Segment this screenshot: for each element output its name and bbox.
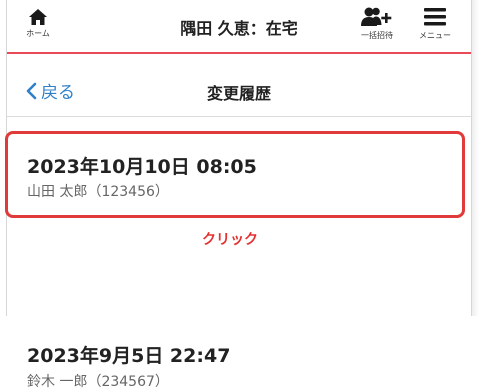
bulk-invite-button[interactable]: 一括招待: [357, 6, 397, 48]
hamburger-menu-icon: [424, 8, 446, 26]
app-frame: ホーム 隅田 久恵：在宅 一括招待 メニュー 戻る 変更履歴 2023年10月1…: [6, 0, 472, 390]
bulk-invite-label: 一括招待: [361, 31, 393, 40]
history-user: 鈴木 一郎（234567）: [27, 374, 169, 390]
history-user: 山田 太郎（123456）: [27, 184, 169, 200]
header-title: 隅田 久恵：在宅: [180, 19, 298, 38]
menu-button[interactable]: メニュー: [413, 6, 457, 48]
page-title: 変更履歴: [206, 84, 271, 103]
menu-label: メニュー: [419, 31, 451, 40]
sub-navigation: 戻る 変更履歴: [7, 60, 471, 117]
history-date: 2023年9月5日 22:47: [27, 345, 231, 367]
history-date: 2023年10月10日 08:05: [27, 156, 257, 178]
history-item[interactable]: 2023年10月10日 08:05 山田 太郎（123456）: [7, 117, 471, 217]
app-header: ホーム 隅田 久恵：在宅 一括招待 メニュー: [7, 0, 471, 52]
right-edge-shadow: [472, 0, 479, 316]
click-annotation: クリック: [202, 232, 258, 248]
header-accent-line: [7, 52, 471, 54]
add-users-icon: [361, 7, 392, 26]
